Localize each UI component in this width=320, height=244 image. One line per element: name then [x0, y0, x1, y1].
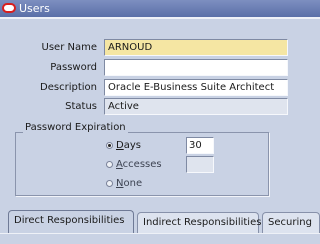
description-field[interactable]: Oracle E-Business Suite Architect [104, 79, 288, 96]
none-radio-label-rest: one [123, 178, 143, 189]
password-field[interactable] [104, 59, 288, 76]
oracle-icon [2, 3, 16, 13]
user-name-field[interactable]: ARNOUD [104, 39, 288, 56]
accesses-radio[interactable] [106, 161, 113, 168]
status-label: Status [65, 101, 97, 112]
accesses-radio-label[interactable]: Accesses [116, 159, 162, 171]
description-label: Description [40, 82, 97, 93]
tab-indirect-responsibilities[interactable]: Indirect Responsibilities [137, 212, 261, 233]
accesses-radio-mnemonic: A [116, 159, 123, 170]
days-radio-mnemonic: D [116, 140, 124, 151]
tab-securing[interactable]: Securing [262, 212, 320, 233]
accesses-field[interactable] [186, 156, 214, 173]
days-field[interactable]: 30 [186, 137, 214, 154]
none-radio[interactable] [106, 180, 113, 187]
tab-panel [0, 233, 320, 244]
days-radio-label-rest: ays [123, 140, 141, 151]
none-radio-label[interactable]: None [116, 178, 142, 190]
password-expiration-title: Password Expiration [23, 121, 128, 134]
accesses-radio-label-rest: ccesses [122, 159, 162, 170]
days-radio[interactable] [106, 142, 113, 149]
days-radio-label[interactable]: Days [116, 140, 141, 152]
status-field: Active [104, 98, 288, 115]
title-bar[interactable]: Users [0, 0, 320, 17]
window-title: Users [19, 2, 50, 15]
password-label: Password [50, 62, 97, 73]
tab-direct-responsibilities[interactable]: Direct Responsibilities [8, 210, 134, 234]
title-separator [0, 17, 320, 19]
user-name-label: User Name [41, 42, 97, 53]
